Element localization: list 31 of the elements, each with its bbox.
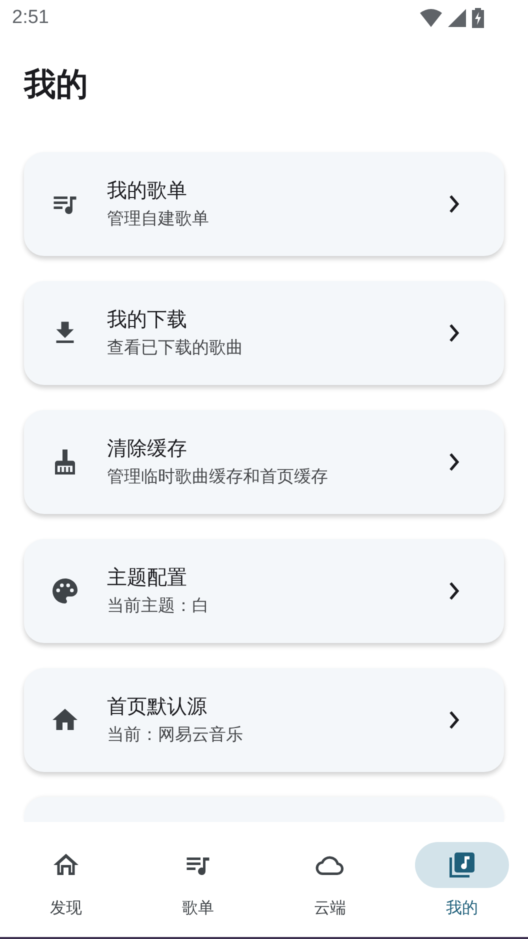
settings-card[interactable]: 主题配置 当前主题：白 <box>24 539 504 643</box>
nav-tab[interactable]: 云端 <box>283 842 377 937</box>
chevron-right-icon <box>448 195 460 213</box>
nav-tab[interactable]: 发现 <box>19 842 113 937</box>
card-subtitle: 当前：网易云音乐 <box>107 724 244 747</box>
card-subtitle: 查看已下载的歌曲 <box>107 337 244 360</box>
settings-card[interactable]: 我的下载 查看已下载的歌曲 <box>24 281 504 385</box>
settings-card[interactable]: 我的歌单 管理自建歌单 <box>24 152 504 256</box>
nav-tab[interactable]: 歌单 <box>151 842 245 937</box>
chevron-right-icon <box>448 453 460 471</box>
chevron-right-icon <box>448 582 460 600</box>
card-subtitle: 管理自建歌单 <box>107 208 210 231</box>
card-title: 我的歌单 <box>107 177 188 203</box>
card-title: 主题配置 <box>107 564 188 590</box>
status-time: 2:51 <box>12 7 49 29</box>
nav-tab[interactable]: 我的 <box>415 842 509 937</box>
music-library-icon <box>447 850 477 880</box>
signal-icon <box>448 9 466 27</box>
page-title: 我的 <box>24 64 89 105</box>
palette-icon <box>50 576 80 606</box>
card-title: 首页默认源 <box>107 693 208 719</box>
chevron-right-icon <box>448 324 460 342</box>
chevron-right-icon <box>448 711 460 729</box>
settings-card[interactable]: 首页默认源 当前：网易云音乐 <box>24 668 504 772</box>
battery-icon <box>472 8 484 28</box>
card-title: 清除缓存 <box>107 435 188 461</box>
card-title: 我的下载 <box>107 306 188 332</box>
card-subtitle: 管理临时歌曲缓存和首页缓存 <box>107 466 329 489</box>
settings-card[interactable]: 清除缓存 管理临时歌曲缓存和首页缓存 <box>24 410 504 514</box>
wifi-icon <box>420 9 442 27</box>
card-subtitle: 当前主题：白 <box>107 595 210 618</box>
